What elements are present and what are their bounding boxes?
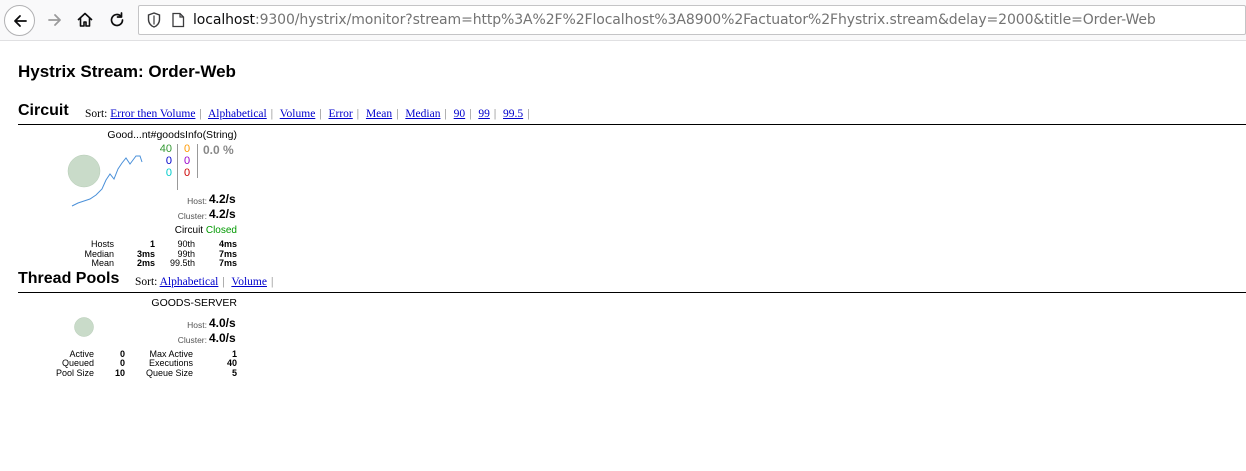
executions-value: 40 — [226, 358, 237, 368]
p995-value: 7ms — [218, 258, 237, 268]
url-path: :9300/hystrix/monitor?stream=http%3A%2F%… — [254, 12, 1156, 28]
thread-pools-sort-bar: Sort: Alphabetical | Volume | — [135, 276, 277, 288]
sort-separator: | — [199, 108, 202, 120]
circuit-divider — [18, 124, 1246, 125]
host-rate-label: Host: — [187, 196, 207, 206]
counter-divider-2 — [197, 144, 198, 178]
shield-icon[interactable] — [147, 12, 161, 28]
thread-pool-graph — [74, 317, 94, 337]
cluster-rate-label: Cluster: — [177, 211, 207, 221]
host-rate: 4.2/s — [209, 192, 236, 206]
health-bubble — [67, 154, 101, 188]
sort-option-volume[interactable]: Volume — [231, 276, 267, 288]
sort-separator: | — [396, 108, 399, 120]
hosts-label: Hosts — [90, 239, 114, 249]
sort-separator: | — [222, 276, 225, 288]
sort-separator: | — [356, 108, 360, 120]
pool-cluster-rate-label: Cluster: — [177, 335, 207, 345]
circuit-sort-bar: Sort: Error then Volume | Alphabetical | V… — [85, 108, 533, 120]
hosts-value: 1 — [149, 239, 155, 249]
back-button[interactable] — [4, 5, 35, 36]
p995-label: 99.5th — [169, 258, 195, 268]
sort-option-median[interactable]: Median — [405, 108, 440, 120]
url-host: localhost — [193, 12, 255, 28]
p90-label: 90th — [177, 239, 195, 249]
sort-option-error-then-volume[interactable]: Error then Volume — [110, 108, 195, 120]
sort-separator: | — [270, 276, 274, 288]
queue-size-value: 5 — [231, 368, 237, 378]
success-count: 40 — [159, 143, 172, 155]
circuit-status-label: Circuit — [174, 225, 204, 236]
sort-option-mean[interactable]: Mean — [366, 108, 392, 120]
sort-option-90[interactable]: 90 — [454, 108, 466, 120]
home-button[interactable] — [70, 5, 100, 35]
reload-icon — [110, 12, 124, 27]
sort-option-alphabetical[interactable]: Alphabetical — [160, 276, 219, 288]
queue-size-label: Queue Size — [145, 368, 193, 378]
pool-size-label: Pool Size — [55, 368, 94, 378]
short-circuited-count: 0 — [165, 155, 172, 167]
arrow-left-icon — [13, 14, 27, 27]
queued-value: 0 — [119, 358, 125, 368]
pool-bubble — [74, 317, 94, 337]
sort-option-volume[interactable]: Volume — [280, 108, 316, 120]
circuit-status: Closed — [205, 225, 237, 236]
sort-label: Sort: — [85, 108, 108, 120]
rejected-count: 0 — [184, 155, 191, 167]
browser-toolbar: localhost:9300/hystrix/monitor?stream=ht… — [0, 0, 1246, 41]
mean-label: Mean — [91, 258, 114, 268]
sort-option-99-5[interactable]: 99.5 — [503, 108, 523, 120]
sort-separator: | — [527, 108, 530, 120]
bad-request-count: 0 — [165, 167, 172, 179]
pool-host-rate: 4.0/s — [209, 316, 236, 330]
executions-label: Executions — [148, 358, 193, 368]
p90-value: 4ms — [218, 239, 237, 249]
sort-option-99[interactable]: 99 — [478, 108, 490, 120]
sort-label: Sort: — [135, 276, 158, 288]
forward-button[interactable] — [40, 5, 70, 35]
sort-separator: | — [270, 108, 274, 120]
pool-host-rate-label: Host: — [187, 320, 207, 330]
sort-option-alphabetical[interactable]: Alphabetical — [208, 108, 267, 120]
circuit-section-title: Circuit — [18, 102, 69, 119]
url-text[interactable]: localhost:9300/hystrix/monitor?stream=ht… — [193, 12, 1156, 28]
reload-button[interactable] — [102, 5, 132, 35]
page-info-icon[interactable] — [171, 12, 185, 28]
timeout-count: 0 — [184, 143, 191, 155]
sort-separator: | — [493, 108, 497, 120]
error-percentage: 0.0 % — [203, 143, 234, 157]
failure-count: 0 — [184, 167, 191, 179]
mean-value: 2ms — [136, 258, 155, 268]
cluster-rate: 4.2/s — [209, 207, 236, 221]
circuit-status-line: Circuit Closed — [120, 225, 237, 236]
pool-size-value: 10 — [114, 368, 125, 378]
circuit-name: Good...nt#goodsInfo(String) — [107, 129, 237, 141]
thread-pools-divider — [18, 292, 1246, 293]
address-bar[interactable]: localhost:9300/hystrix/monitor?stream=ht… — [138, 5, 1246, 35]
home-icon — [77, 12, 93, 27]
thread-pool-name: GOODS-SERVER — [151, 297, 237, 309]
sort-separator: | — [444, 108, 447, 120]
page-title: Hystrix Stream: Order-Web — [18, 62, 236, 81]
sort-separator: | — [319, 108, 322, 120]
thread-pools-section-title: Thread Pools — [18, 270, 120, 287]
pool-cluster-rate: 4.0/s — [209, 331, 236, 345]
sort-option-error[interactable]: Error — [329, 108, 353, 120]
arrow-right-icon — [48, 14, 61, 26]
sort-separator: | — [469, 108, 472, 120]
circuit-graph — [67, 154, 143, 207]
counter-divider-1 — [177, 144, 178, 190]
queued-label: Queued — [61, 358, 94, 368]
